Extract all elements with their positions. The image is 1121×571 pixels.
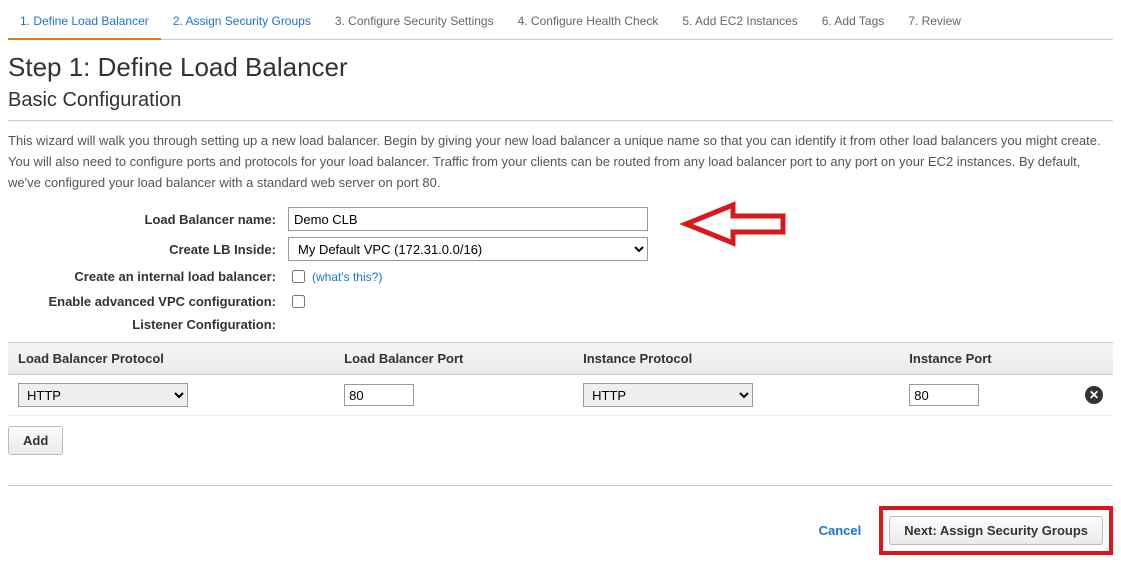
form-area: Load Balancer name: Create LB Inside: My… (8, 207, 1113, 332)
table-header-row: Load Balancer Protocol Load Balancer Por… (8, 343, 1113, 375)
instance-protocol-select[interactable]: HTTP (583, 383, 753, 407)
add-button[interactable]: Add (8, 426, 63, 455)
next-button-highlight: Next: Assign Security Groups (879, 506, 1113, 555)
tab-add-ec2-instances[interactable]: 5. Add EC2 Instances (670, 8, 809, 40)
col-instance-protocol: Instance Protocol (573, 343, 899, 375)
internal-lb-label: Create an internal load balancer: (8, 269, 288, 284)
lb-protocol-select[interactable]: HTTP (18, 383, 188, 407)
lb-name-label: Load Balancer name: (8, 212, 288, 227)
page-title: Step 1: Define Load Balancer (8, 52, 1113, 83)
cancel-button[interactable]: Cancel (819, 523, 862, 538)
col-actions (1075, 343, 1113, 375)
tab-configure-security-settings[interactable]: 3. Configure Security Settings (323, 8, 506, 40)
col-instance-port: Instance Port (899, 343, 1075, 375)
tab-configure-health-check[interactable]: 4. Configure Health Check (506, 8, 671, 40)
tab-assign-security-groups[interactable]: 2. Assign Security Groups (161, 8, 323, 40)
whats-this-link[interactable]: (what's this?) (312, 270, 382, 284)
wizard-tabs: 1. Define Load Balancer 2. Assign Securi… (8, 8, 1113, 40)
vpc-select[interactable]: My Default VPC (172.31.0.0/16) (288, 237, 648, 261)
tab-add-tags[interactable]: 6. Add Tags (810, 8, 897, 40)
lb-port-input[interactable] (344, 384, 414, 406)
advanced-vpc-checkbox[interactable] (292, 295, 305, 308)
section-title: Basic Configuration (8, 89, 1113, 112)
intro-text: This wizard will walk you through settin… (8, 131, 1113, 193)
remove-listener-icon[interactable]: ✕ (1085, 386, 1103, 404)
col-lb-port: Load Balancer Port (334, 343, 573, 375)
listener-table: Load Balancer Protocol Load Balancer Por… (8, 342, 1113, 416)
col-lb-protocol: Load Balancer Protocol (8, 343, 334, 375)
next-button[interactable]: Next: Assign Security Groups (889, 516, 1103, 545)
lb-name-input[interactable] (288, 207, 648, 231)
listener-config-label: Listener Configuration: (8, 317, 288, 332)
divider (8, 120, 1113, 121)
vpc-label: Create LB Inside: (8, 242, 288, 257)
tab-review[interactable]: 7. Review (896, 8, 973, 40)
table-row: HTTP HTTP ✕ (8, 375, 1113, 416)
arrow-annotation-icon (678, 201, 788, 247)
instance-port-input[interactable] (909, 384, 979, 406)
internal-lb-checkbox[interactable] (292, 270, 305, 283)
tab-define-load-balancer[interactable]: 1. Define Load Balancer (8, 8, 161, 40)
footer: Cancel Next: Assign Security Groups (8, 485, 1113, 555)
advanced-vpc-label: Enable advanced VPC configuration: (8, 294, 288, 309)
